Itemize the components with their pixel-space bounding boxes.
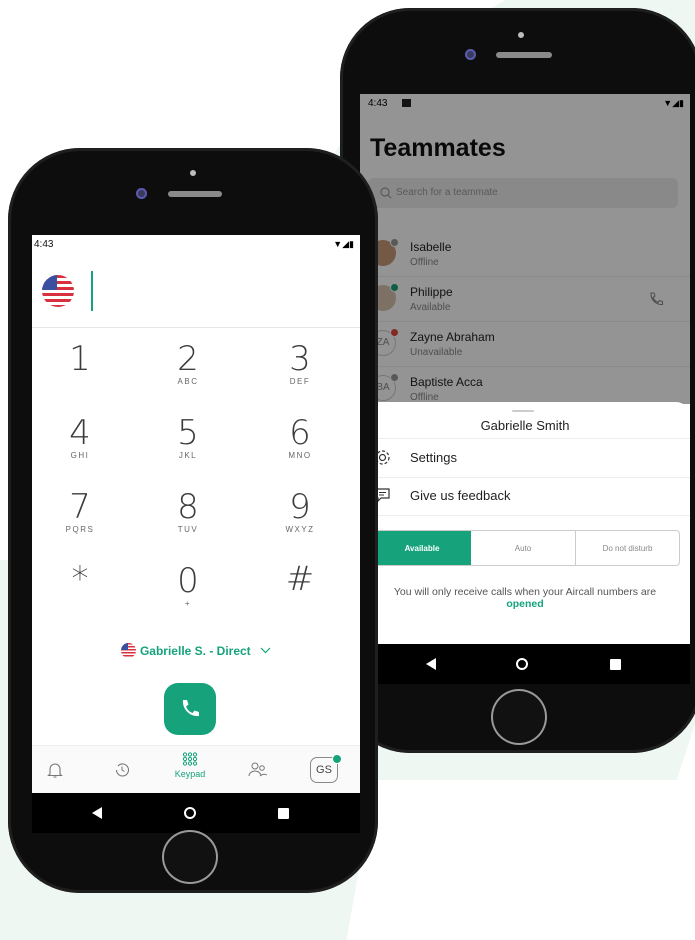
key-4[interactable]: 4 GHI xyxy=(32,415,130,460)
android-nav-bar xyxy=(360,644,690,684)
history-icon[interactable] xyxy=(113,761,131,779)
key-letters: MNO xyxy=(288,451,312,460)
home-nav-icon[interactable] xyxy=(516,658,528,670)
call-button[interactable] xyxy=(164,683,216,735)
settings-row[interactable]: Settings xyxy=(360,438,690,478)
availability-note: You will only receive calls when your Ai… xyxy=(360,586,690,610)
right-phone: 4:43 ▼◢▮ Teammates Search for a teammate… xyxy=(340,8,695,753)
key-6[interactable]: 6 MNO xyxy=(250,415,350,460)
key-digit: 4 xyxy=(69,413,91,453)
key-digit: 7 xyxy=(69,487,91,527)
key-0[interactable]: 0 + xyxy=(138,563,238,608)
bell-icon[interactable] xyxy=(46,761,64,779)
line-selector[interactable]: Gabrielle S. - Direct xyxy=(32,643,360,663)
key-letters: WXYZ xyxy=(285,525,315,534)
key-letters: JKL xyxy=(178,451,198,460)
status-bar: 4:43 ▼◢▮ xyxy=(32,235,360,253)
home-button[interactable] xyxy=(164,832,216,882)
tab-keypad-label: Keypad xyxy=(174,769,206,779)
status-auto[interactable]: Auto xyxy=(471,531,576,565)
bottom-tab-bar: Keypad GS xyxy=(32,745,360,793)
chevron-down-icon xyxy=(260,647,271,654)
recents-icon[interactable] xyxy=(278,808,289,819)
sheet-user-name: Gabrielle Smith xyxy=(480,418,570,433)
avatar-initials: GS xyxy=(316,764,332,776)
key-letters: ABC xyxy=(177,377,199,386)
key-star[interactable]: * xyxy=(32,561,130,597)
key-digit: 1 xyxy=(69,339,91,379)
front-sensor xyxy=(518,32,524,38)
back-icon[interactable] xyxy=(92,807,102,819)
earpiece-speaker xyxy=(168,191,222,197)
signal-battery-icon: ▼◢▮ xyxy=(333,239,354,249)
key-letters: TUV xyxy=(177,525,199,534)
front-camera xyxy=(136,188,147,199)
key-letters: + xyxy=(184,599,192,608)
keypad-icon xyxy=(182,752,198,766)
key-digit: 5 xyxy=(177,413,199,453)
status-toggle: Available Auto Do not disturb xyxy=(372,530,680,566)
key-hash[interactable]: # xyxy=(250,561,350,597)
earpiece-speaker xyxy=(496,52,552,58)
key-3[interactable]: 3 DEF xyxy=(250,341,350,386)
key-digit: 3 xyxy=(289,339,311,379)
key-digit: 2 xyxy=(177,339,199,379)
status-time: 4:43 xyxy=(34,239,54,250)
text-cursor xyxy=(91,271,93,311)
availability-note-highlight: opened xyxy=(506,598,544,610)
key-digit: * xyxy=(71,559,89,599)
status-do-not-disturb[interactable]: Do not disturb xyxy=(576,531,679,565)
availability-note-text: You will only receive calls when your Ai… xyxy=(393,586,657,598)
recents-icon[interactable] xyxy=(610,659,621,670)
left-screen: 4:43 ▼◢▮ 1 2 ABC 3 DEF 4 GHI 5 JKL 6 MNO 7 PQ xyxy=(32,235,360,793)
settings-label: Settings xyxy=(410,450,457,465)
profile-sheet: Gabrielle Smith Settings Give us feedbac… xyxy=(360,402,690,644)
line-selector-label: Gabrielle S. - Direct xyxy=(139,644,251,658)
key-digit: 9 xyxy=(289,487,311,527)
teammates-icon[interactable] xyxy=(247,761,269,779)
front-camera xyxy=(465,49,476,60)
us-flag-icon xyxy=(120,643,136,658)
key-letters: PQRS xyxy=(65,525,95,534)
home-nav-icon[interactable] xyxy=(184,807,196,819)
key-letters: DEF xyxy=(289,377,311,386)
key-9[interactable]: 9 WXYZ xyxy=(250,489,350,534)
status-dot xyxy=(332,754,342,764)
number-entry[interactable] xyxy=(32,259,360,328)
key-digit: 0 xyxy=(177,561,199,601)
android-nav-bar xyxy=(32,793,360,833)
key-8[interactable]: 8 TUV xyxy=(138,489,238,534)
us-flag-icon xyxy=(42,275,74,307)
key-digit: 8 xyxy=(177,487,199,527)
home-button[interactable] xyxy=(493,691,545,743)
key-letters: GHI xyxy=(70,451,90,460)
right-screen: 4:43 ▼◢▮ Teammates Search for a teammate… xyxy=(360,94,690,644)
front-sensor xyxy=(190,170,196,176)
key-2[interactable]: 2 ABC xyxy=(138,341,238,386)
back-icon[interactable] xyxy=(426,658,436,670)
key-digit: 6 xyxy=(289,413,311,453)
key-digit: # xyxy=(285,559,315,599)
feedback-row[interactable]: Give us feedback xyxy=(360,477,690,516)
key-7[interactable]: 7 PQRS xyxy=(32,489,130,534)
tab-keypad[interactable]: Keypad xyxy=(170,752,210,779)
feedback-label: Give us feedback xyxy=(410,488,511,503)
key-5[interactable]: 5 JKL xyxy=(138,415,238,460)
dim-overlay[interactable] xyxy=(360,94,690,404)
phone-icon xyxy=(182,700,199,717)
left-phone: 4:43 ▼◢▮ 1 2 ABC 3 DEF 4 GHI 5 JKL 6 MNO 7 PQ xyxy=(8,148,378,893)
key-1[interactable]: 1 xyxy=(32,341,130,377)
status-available[interactable]: Available xyxy=(373,531,471,565)
keypad: 1 2 ABC 3 DEF 4 GHI 5 JKL 6 MNO 7 PQRS 8 TUV 9W… xyxy=(32,335,360,635)
sheet-handle[interactable] xyxy=(512,410,534,412)
